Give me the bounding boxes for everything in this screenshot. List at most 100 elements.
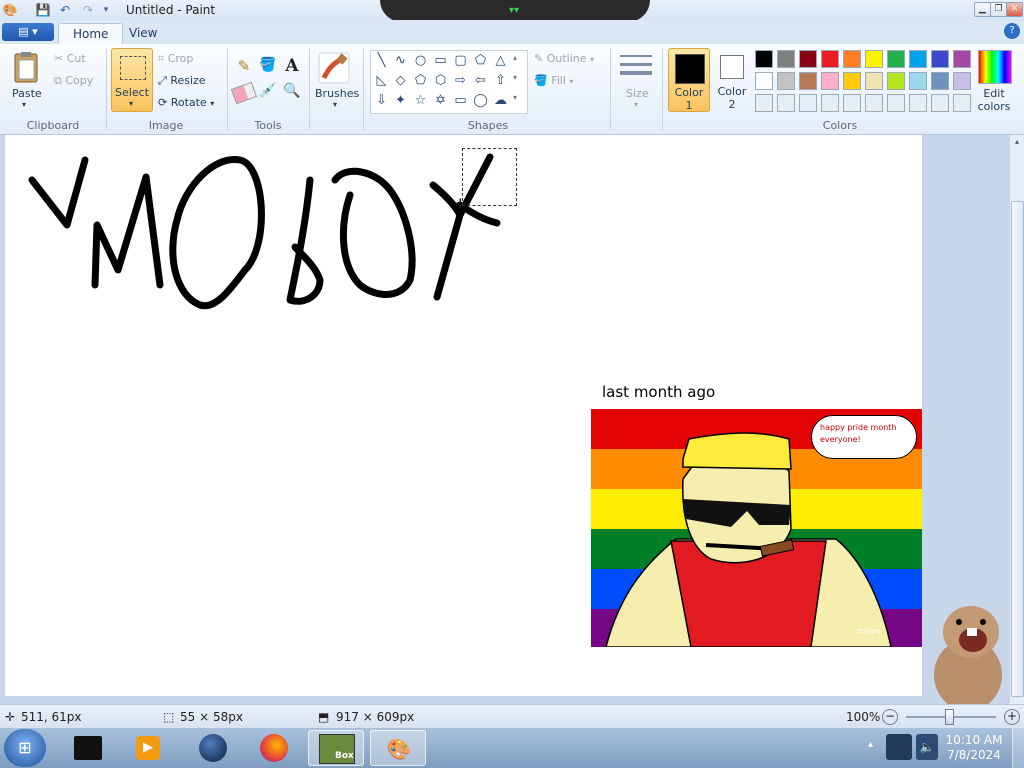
palette-swatch[interactable] xyxy=(777,50,795,68)
close-button[interactable]: ✕ xyxy=(1006,2,1023,17)
five-point-star-shape-icon[interactable]: ☆ xyxy=(411,91,430,110)
taskbar-firefox[interactable] xyxy=(246,730,302,766)
up-arrow-shape-icon[interactable]: ⇧ xyxy=(491,71,510,90)
taskbar-box-game[interactable]: Box xyxy=(308,730,364,766)
drawing-canvas[interactable]: ✛ last month ago happy pride month every… xyxy=(5,135,1002,711)
line-shape-icon[interactable]: ╲ xyxy=(372,51,391,70)
copy-button[interactable]: ⧉ Copy xyxy=(54,74,93,88)
selection-marquee[interactable] xyxy=(462,148,517,206)
paint-app-icon[interactable]: 🎨 xyxy=(2,2,18,18)
pentagon-shape-icon[interactable]: ⬠ xyxy=(411,71,430,90)
six-point-star-shape-icon[interactable]: ✡ xyxy=(431,91,450,110)
taskbar-terminal[interactable] xyxy=(60,730,116,766)
text-tool-icon[interactable]: A xyxy=(281,56,303,78)
tray-expand-icon[interactable]: ▴ xyxy=(868,739,878,750)
redo-icon[interactable]: ↷ xyxy=(80,2,96,18)
oval-shape-icon[interactable]: ○ xyxy=(411,51,430,70)
palette-swatch[interactable] xyxy=(953,50,971,68)
color1-button[interactable]: Color 1 xyxy=(668,48,710,112)
scroll-thumb[interactable] xyxy=(1011,201,1024,697)
color2-button[interactable]: Color 2 xyxy=(712,48,752,112)
palette-swatch[interactable] xyxy=(909,72,927,90)
palette-swatch[interactable] xyxy=(931,50,949,68)
pencil-icon[interactable]: ✎ xyxy=(233,57,255,79)
palette-swatch[interactable] xyxy=(865,50,883,68)
palette-swatch[interactable] xyxy=(821,72,839,90)
minimize-button[interactable]: ▁ xyxy=(974,2,991,17)
palette-swatch[interactable] xyxy=(953,72,971,90)
palette-swatch[interactable] xyxy=(931,72,949,90)
four-point-star-shape-icon[interactable]: ✦ xyxy=(391,91,410,110)
cloud-callout-shape-icon[interactable]: ☁ xyxy=(491,91,510,110)
zoom-out-button[interactable]: − xyxy=(882,709,898,725)
quick-access-dropdown-icon[interactable]: ▾ xyxy=(98,2,114,18)
palette-swatch[interactable] xyxy=(843,94,861,112)
gallery-scroll-up-icon[interactable]: ▴ xyxy=(513,53,517,62)
brushes-label[interactable]: Brushes xyxy=(315,87,359,100)
crop-button[interactable]: ⌗ Crop xyxy=(158,52,193,66)
palette-swatch[interactable] xyxy=(821,50,839,68)
paint-menu-button[interactable]: ▤ ▾ xyxy=(2,23,54,41)
brushes-button[interactable] xyxy=(316,50,352,86)
diamond-shape-icon[interactable]: ◇ xyxy=(391,71,410,90)
help-icon[interactable]: ? xyxy=(1004,23,1020,39)
palette-swatch[interactable] xyxy=(843,50,861,68)
callout-rect-shape-icon[interactable]: ▭ xyxy=(451,91,470,110)
size-icon[interactable] xyxy=(618,52,654,88)
zoom-in-button[interactable]: + xyxy=(1004,709,1020,725)
edit-colors-label2[interactable]: colors xyxy=(976,100,1012,113)
callout-oval-shape-icon[interactable]: ◯ xyxy=(471,91,490,110)
palette-swatch[interactable] xyxy=(799,94,817,112)
clock[interactable]: 10:10 AM 7/8/2024 xyxy=(942,733,1006,763)
palette-swatch[interactable] xyxy=(887,94,905,112)
edit-colors-icon[interactable] xyxy=(978,50,1012,84)
show-desktop-button[interactable] xyxy=(1012,728,1024,768)
paste-button[interactable] xyxy=(10,50,44,84)
undo-icon[interactable]: ↶ xyxy=(57,2,73,18)
vertical-scrollbar[interactable]: ▴ xyxy=(1010,135,1024,704)
color-picker-icon[interactable]: 💉 xyxy=(257,83,279,105)
polygon-shape-icon[interactable]: ⬠ xyxy=(471,51,490,70)
palette-swatch[interactable] xyxy=(909,50,927,68)
palette-swatch[interactable] xyxy=(755,94,773,112)
gallery-scroll-down-icon[interactable]: ▾ xyxy=(513,73,517,82)
fill-bucket-icon[interactable]: 🪣 xyxy=(257,57,279,79)
palette-swatch[interactable] xyxy=(931,94,949,112)
gallery-more-icon[interactable]: ▾ xyxy=(513,93,517,102)
palette-swatch[interactable] xyxy=(865,72,883,90)
taskbar-media-player[interactable]: ▶ xyxy=(120,730,176,766)
triangle-shape-icon[interactable]: △ xyxy=(491,51,510,70)
paste-dropdown-icon[interactable]: ▾ xyxy=(22,100,26,109)
curve-shape-icon[interactable]: ∿ xyxy=(391,51,410,70)
rotate-button[interactable]: ⟳ Rotate ▾ xyxy=(158,96,214,109)
volume-icon[interactable]: 🔈 xyxy=(916,734,938,760)
paste-label[interactable]: Paste xyxy=(12,87,42,100)
tab-view[interactable]: View xyxy=(115,23,171,44)
scroll-up-icon[interactable]: ▴ xyxy=(1010,137,1024,146)
palette-swatch[interactable] xyxy=(799,72,817,90)
restore-button[interactable]: ❐ xyxy=(990,2,1007,17)
palette-swatch[interactable] xyxy=(755,50,773,68)
palette-swatch[interactable] xyxy=(799,50,817,68)
hexagon-shape-icon[interactable]: ⬡ xyxy=(431,71,450,90)
rectangle-shape-icon[interactable]: ▭ xyxy=(431,51,450,70)
zoom-slider-thumb[interactable] xyxy=(945,709,954,725)
magnifier-icon[interactable]: 🔍 xyxy=(281,83,303,105)
down-arrow-shape-icon[interactable]: ⇩ xyxy=(372,91,391,110)
tray-monitor-icon[interactable] xyxy=(886,734,912,760)
right-arrow-shape-icon[interactable]: ⇨ xyxy=(451,71,470,90)
right-triangle-shape-icon[interactable]: ◺ xyxy=(372,71,391,90)
cut-button[interactable]: ✂ Cut xyxy=(54,52,86,65)
palette-swatch[interactable] xyxy=(843,72,861,90)
palette-swatch[interactable] xyxy=(909,94,927,112)
palette-swatch[interactable] xyxy=(953,94,971,112)
palette-swatch[interactable] xyxy=(755,72,773,90)
palette-swatch[interactable] xyxy=(777,94,795,112)
palette-swatch[interactable] xyxy=(887,50,905,68)
pasted-meme-image[interactable]: happy pride month everyone! zosrpa xyxy=(591,409,922,647)
palette-swatch[interactable] xyxy=(821,94,839,112)
outline-button[interactable]: ✎ Outline ▾ xyxy=(534,52,594,65)
resize-button[interactable]: ⤢ Resize xyxy=(158,74,206,88)
fill-button[interactable]: 🪣 Fill ▾ xyxy=(534,74,573,87)
tab-home[interactable]: Home xyxy=(58,23,124,45)
